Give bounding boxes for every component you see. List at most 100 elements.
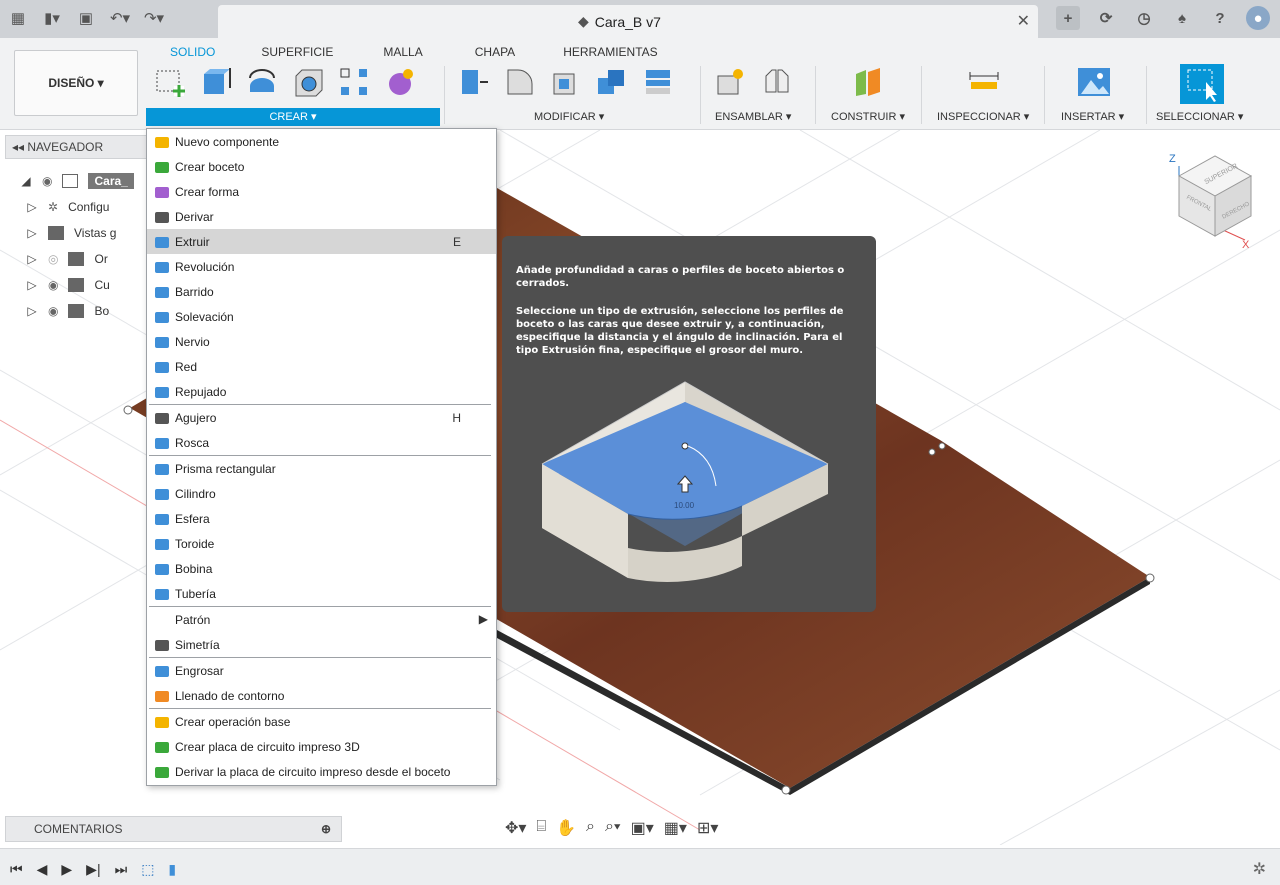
next-step-icon[interactable]: ▶|: [86, 861, 100, 878]
insert-image-icon[interactable]: [1076, 64, 1112, 100]
construir-dropdown[interactable]: CONSTRUIR ▾: [831, 110, 905, 123]
expand-icon[interactable]: ▷: [26, 200, 38, 214]
menu-item-crear-forma[interactable]: Crear forma: [147, 179, 496, 204]
expand-icon[interactable]: ▷: [26, 304, 38, 318]
extrude-tool-icon[interactable]: [198, 64, 234, 100]
new-component-tool-icon[interactable]: [712, 64, 748, 100]
revolve-tool-icon[interactable]: [244, 64, 280, 100]
eye-hidden-icon[interactable]: ◎: [48, 252, 58, 266]
settings-gear-icon[interactable]: ✲: [1253, 859, 1266, 879]
eye-icon[interactable]: ◉: [48, 278, 58, 292]
expand-icon[interactable]: ▷: [26, 252, 38, 266]
navigator-panel-header[interactable]: ◂◂ NAVEGADOR: [5, 135, 150, 159]
look-at-icon[interactable]: ⌸: [536, 818, 546, 838]
timeline-extrude-icon[interactable]: ▮: [168, 861, 176, 878]
menu-item-repujado[interactable]: Repujado: [147, 379, 496, 404]
menu-item-nuevo-componente[interactable]: Nuevo componente: [147, 129, 496, 154]
avatar[interactable]: ●: [1246, 6, 1270, 30]
seleccionar-dropdown[interactable]: SELECCIONAR ▾: [1156, 110, 1243, 123]
comments-panel[interactable]: COMENTARIOS ⊕: [5, 816, 342, 842]
document-tab[interactable]: ◆ Cara_B v7 ✕: [218, 5, 1038, 38]
measure-icon[interactable]: [966, 64, 1002, 100]
ensamblar-dropdown[interactable]: ENSAMBLAR ▾: [715, 110, 791, 123]
last-step-icon[interactable]: ⏭: [115, 861, 128, 878]
menu-item-simetría[interactable]: Simetría: [147, 632, 496, 657]
menu-item-bobina[interactable]: Bobina: [147, 556, 496, 581]
inspeccionar-dropdown[interactable]: INSPECCIONAR ▾: [937, 110, 1029, 123]
shell-icon[interactable]: [548, 64, 584, 100]
menu-item-derivar-la-placa-de-circuito-impreso-desde-el-boceto[interactable]: Derivar la placa de circuito impreso des…: [147, 759, 496, 784]
sync-icon[interactable]: ⟳: [1094, 6, 1118, 30]
combine-icon[interactable]: [594, 64, 630, 100]
menu-item-crear-boceto[interactable]: Crear boceto: [147, 154, 496, 179]
menu-item-barrido[interactable]: Barrido: [147, 279, 496, 304]
create-form-tool-icon[interactable]: [382, 64, 418, 100]
prev-step-icon[interactable]: ◀: [37, 861, 48, 878]
timeline-sketch-icon[interactable]: ⬚: [141, 861, 154, 878]
eye-icon[interactable]: ◉: [42, 174, 52, 188]
view-cube[interactable]: Z X SUPERIOR FRONTAL DERECHO: [1165, 148, 1265, 251]
history-icon[interactable]: ◷: [1132, 6, 1156, 30]
menu-item-crear-operación-base[interactable]: Crear operación base: [147, 709, 496, 734]
fillet-icon[interactable]: [502, 64, 538, 100]
tree-item-views[interactable]: ▷ Vistas g: [20, 220, 134, 246]
add-comment-icon[interactable]: ⊕: [321, 817, 331, 841]
menu-item-derivar[interactable]: Derivar: [147, 204, 496, 229]
menu-item-revolución[interactable]: Revolución: [147, 254, 496, 279]
insertar-dropdown[interactable]: INSERTAR ▾: [1061, 110, 1124, 123]
menu-item-red[interactable]: Red: [147, 354, 496, 379]
select-icon[interactable]: [1180, 64, 1224, 104]
tab-solido[interactable]: SOLIDO: [150, 42, 235, 62]
fit-icon[interactable]: ⌕▾: [605, 818, 621, 838]
undo-icon[interactable]: ↶▾: [110, 8, 130, 28]
tree-root[interactable]: ◢ ◉ Cara_: [20, 168, 134, 194]
play-icon[interactable]: ▶: [61, 861, 72, 878]
pattern-tool-icon[interactable]: [336, 64, 372, 100]
help-icon[interactable]: ?: [1208, 6, 1232, 30]
expand-icon[interactable]: ▷: [26, 226, 38, 240]
tab-herramientas[interactable]: HERRAMIENTAS: [543, 42, 677, 62]
zoom-icon[interactable]: ⌕: [586, 818, 595, 838]
tree-item-config[interactable]: ▷ ✲ Configu: [20, 194, 134, 220]
redo-icon[interactable]: ↷▾: [144, 8, 164, 28]
expand-icon[interactable]: ▷: [26, 278, 38, 292]
tab-malla[interactable]: MALLA: [359, 42, 446, 62]
display-settings-icon[interactable]: ▣▾: [631, 818, 654, 838]
offset-plane-icon[interactable]: [850, 64, 886, 100]
joint-icon[interactable]: [758, 64, 794, 100]
tree-item-bodies[interactable]: ▷ ◉ Cu: [20, 272, 134, 298]
modificar-dropdown[interactable]: MODIFICAR ▾: [534, 110, 604, 123]
menu-item-extruir[interactable]: Extruir E: [147, 229, 496, 254]
close-tab-icon[interactable]: ✕: [1017, 11, 1030, 31]
eye-icon[interactable]: ◉: [48, 304, 58, 318]
orbit-icon[interactable]: ✥▾: [505, 818, 526, 838]
menu-item-cilindro[interactable]: Cilindro: [147, 481, 496, 506]
add-tab-icon[interactable]: +: [1056, 6, 1080, 30]
sketch-tool-icon[interactable]: [152, 64, 188, 100]
menu-item-prisma-rectangular[interactable]: Prisma rectangular: [147, 456, 496, 481]
notification-icon[interactable]: ♠: [1170, 6, 1194, 30]
crear-dropdown-button[interactable]: CREAR ▾: [146, 108, 440, 126]
menu-item-agujero[interactable]: Agujero H: [147, 405, 496, 430]
tree-item-sketches[interactable]: ▷ ◉ Bo: [20, 298, 134, 324]
expand-icon[interactable]: ◢: [20, 174, 32, 188]
menu-item-toroide[interactable]: Toroide: [147, 531, 496, 556]
first-step-icon[interactable]: ⏮: [10, 861, 23, 878]
viewports-icon[interactable]: ⊞▾: [697, 818, 718, 838]
tab-chapa[interactable]: CHAPA: [447, 42, 543, 62]
press-pull-icon[interactable]: [456, 64, 492, 100]
collapse-icon[interactable]: ◂◂: [12, 140, 27, 154]
tree-item-origin[interactable]: ▷ ◎ Or: [20, 246, 134, 272]
save-icon[interactable]: ▣: [76, 8, 96, 28]
menu-item-engrosar[interactable]: Engrosar: [147, 658, 496, 683]
menu-item-nervio[interactable]: Nervio: [147, 329, 496, 354]
menu-item-llenado-de-contorno[interactable]: Llenado de contorno: [147, 683, 496, 708]
pan-icon[interactable]: ✋: [556, 818, 576, 838]
workspace-dropdown[interactable]: DISEÑO ▾: [14, 50, 138, 116]
file-icon[interactable]: ▮▾: [42, 8, 62, 28]
menu-item-patrón[interactable]: Patrón ▶: [147, 607, 496, 632]
grid-settings-icon[interactable]: ▦▾: [664, 818, 687, 838]
offset-face-icon[interactable]: [640, 64, 676, 100]
menu-item-solevación[interactable]: Solevación: [147, 304, 496, 329]
menu-item-tubería[interactable]: Tubería: [147, 581, 496, 606]
